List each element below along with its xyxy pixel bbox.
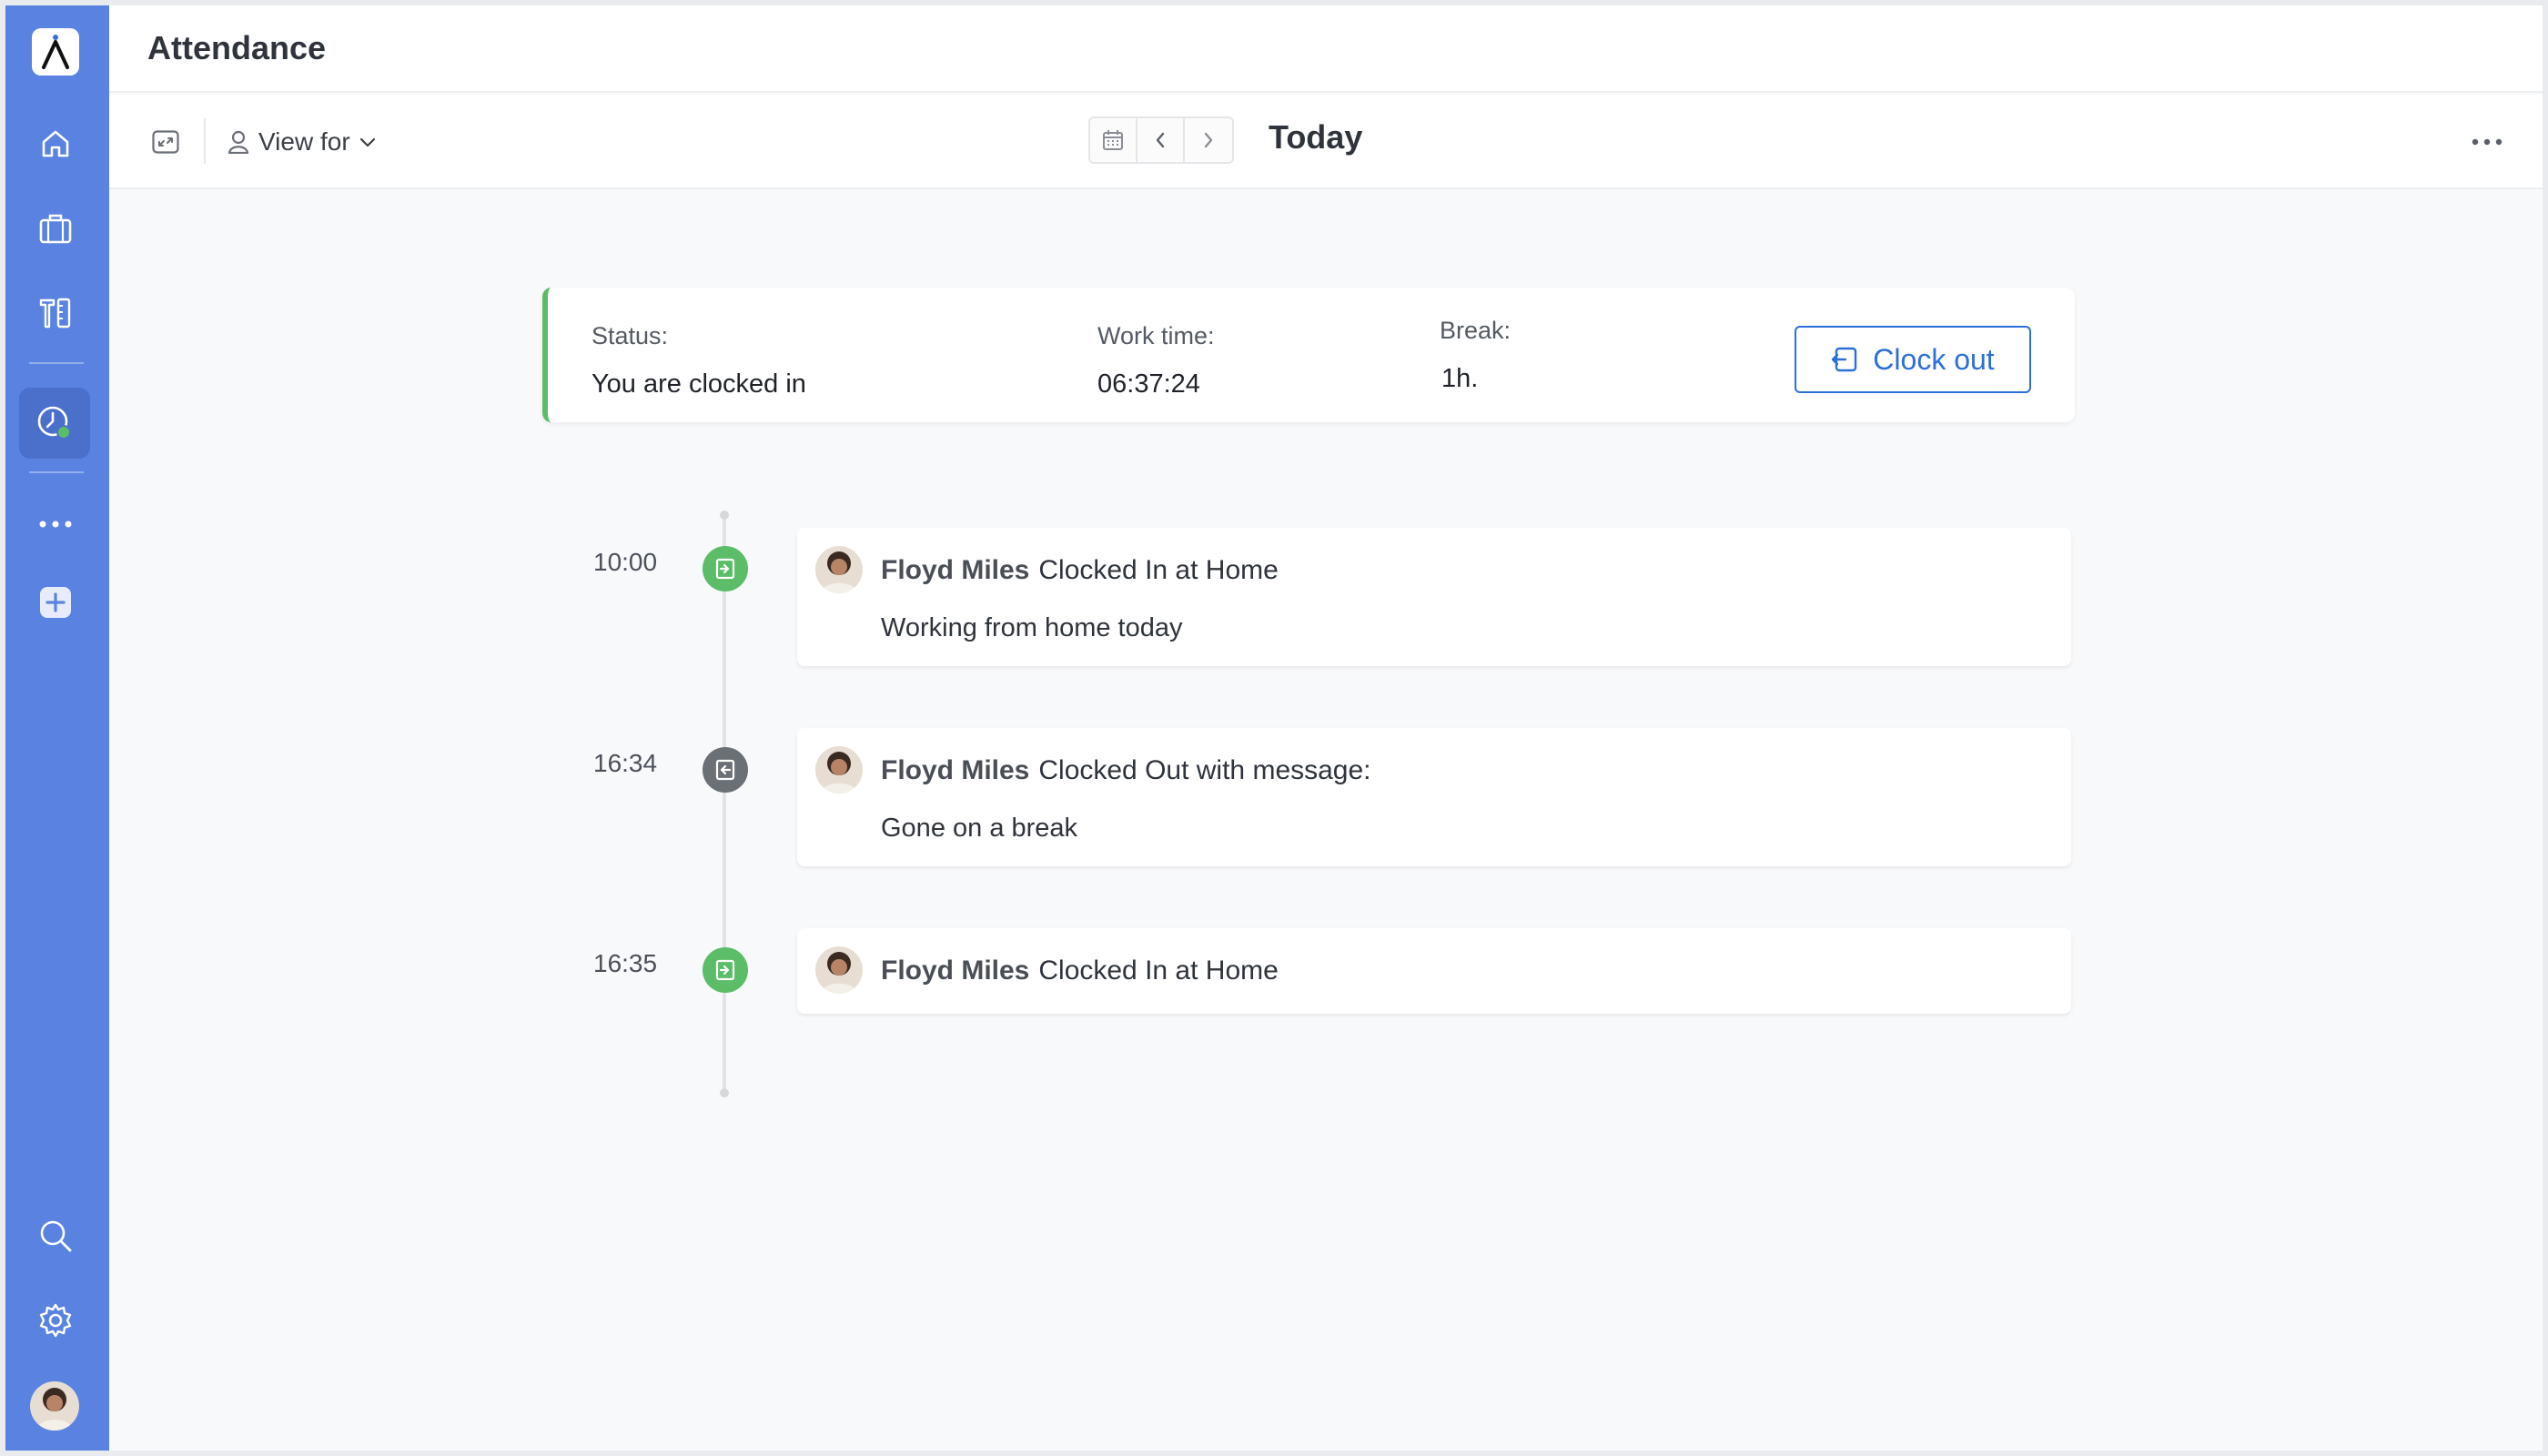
avatar — [815, 946, 863, 994]
event-person[interactable]: Floyd Miles — [881, 755, 1029, 785]
timeline-time: 16:34 — [593, 749, 658, 777]
app-logo[interactable] — [32, 28, 79, 76]
previous-day-button[interactable] — [1138, 118, 1185, 162]
page-header: Attendance — [109, 5, 2543, 93]
add-icon — [40, 587, 71, 618]
sidebar-divider — [29, 362, 84, 364]
avatar-icon — [30, 1381, 79, 1431]
clock-out-button[interactable]: Clock out — [1795, 326, 2031, 393]
timeline-line — [723, 515, 726, 1097]
home-icon — [42, 130, 69, 157]
break-label: Break: — [1440, 317, 1512, 344]
clock-in-marker — [703, 546, 748, 592]
sidebar-item-home[interactable] — [28, 116, 83, 171]
calendar-icon — [1103, 130, 1123, 150]
more-horizontal-icon — [2472, 138, 2502, 146]
clock-out-icon — [715, 759, 735, 781]
chevron-down-icon — [359, 137, 375, 147]
avatar — [815, 546, 863, 593]
event-summary: Floyd Miles Clocked In at Home — [881, 555, 1279, 586]
clock-in-icon — [715, 558, 735, 580]
expand-icon — [152, 130, 179, 154]
event-action: Clocked In at Home — [1038, 555, 1279, 585]
status-value: You are clocked in — [592, 369, 806, 399]
clock-out-marker — [703, 747, 748, 793]
work-time-value: 06:37:24 — [1097, 369, 1200, 399]
next-day-button[interactable] — [1185, 118, 1232, 162]
app-window: Attendance View for Today Status: You ar… — [5, 5, 2543, 1451]
timeline-start-dot — [720, 511, 729, 520]
toolbar: View for Today — [109, 95, 2543, 189]
person-avatar-icon — [815, 546, 863, 593]
event-message: Gone on a break — [881, 814, 1078, 843]
more-dots-icon — [39, 521, 72, 528]
timeline-event-card: Floyd Miles Clocked In at Home Working fr… — [797, 528, 2071, 666]
timeline-time: 16:35 — [593, 949, 658, 977]
attendance-clock-icon — [37, 406, 71, 440]
clock-out-label: Clock out — [1873, 342, 1995, 376]
sidebar-divider — [29, 471, 84, 473]
logo-icon — [42, 35, 69, 69]
clock-out-icon — [1832, 347, 1857, 372]
timeline-end-dot — [720, 1088, 729, 1097]
page-title: Attendance — [147, 29, 327, 66]
event-message: Working from home today — [881, 613, 1183, 642]
clock-status-card: Status: You are clocked in Work time: 06… — [542, 288, 2075, 422]
tools-icon — [39, 298, 71, 329]
person-avatar-icon — [815, 946, 863, 994]
briefcase-icon — [39, 214, 72, 244]
current-date-label: Today — [1269, 118, 1363, 156]
event-person[interactable]: Floyd Miles — [881, 956, 1029, 986]
more-options-button[interactable] — [2464, 122, 2510, 162]
sidebar-search-button[interactable] — [28, 1208, 83, 1263]
sidebar-item-more[interactable] — [28, 497, 83, 551]
sidebar-item-attendance[interactable] — [19, 388, 90, 459]
view-for-label: View for — [258, 127, 350, 156]
chevron-right-icon — [1204, 132, 1213, 148]
timeline-event-card: Floyd Miles Clocked In at Home — [797, 928, 2071, 1014]
event-summary: Floyd Miles Clocked Out with message: — [881, 755, 1371, 786]
event-person[interactable]: Floyd Miles — [881, 555, 1029, 585]
date-navigator — [1088, 116, 1234, 164]
break-value: 1h. — [1441, 364, 1479, 393]
avatar — [815, 746, 863, 794]
event-summary: Floyd Miles Clocked In at Home — [881, 956, 1279, 986]
user-avatar[interactable] — [30, 1381, 79, 1431]
person-avatar-icon — [815, 746, 863, 794]
work-time-label: Work time: — [1097, 322, 1215, 349]
toolbar-divider — [204, 118, 206, 164]
timeline-event-card: Floyd Miles Clocked Out with message: Gon… — [797, 728, 2071, 866]
event-action: Clocked Out with message: — [1038, 755, 1371, 785]
clock-in-icon — [715, 959, 735, 981]
clock-in-marker — [703, 947, 748, 993]
gear-icon — [39, 1303, 72, 1338]
status-label: Status: — [592, 322, 669, 349]
user-icon — [228, 130, 249, 154]
chevron-left-icon — [1156, 132, 1165, 148]
event-action: Clocked In at Home — [1038, 956, 1279, 986]
expand-button[interactable] — [147, 124, 184, 160]
search-icon — [40, 1220, 72, 1252]
sidebar-item-projects[interactable] — [28, 201, 83, 256]
view-for-dropdown[interactable]: View for — [228, 122, 376, 162]
sidebar — [5, 5, 109, 1451]
timeline-time: 10:00 — [593, 548, 658, 576]
sidebar-settings-button[interactable] — [28, 1293, 83, 1348]
sidebar-add-button[interactable] — [28, 575, 83, 630]
sidebar-item-tools[interactable] — [28, 286, 83, 340]
calendar-button[interactable] — [1090, 118, 1138, 162]
